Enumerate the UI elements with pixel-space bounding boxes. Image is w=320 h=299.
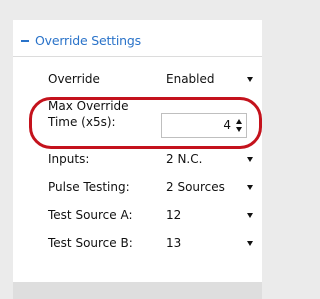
inputs-dropdown[interactable]: 2 N.C. (166, 152, 202, 166)
collapse-icon[interactable] (21, 39, 29, 42)
dropdown-caret-icon[interactable] (247, 157, 253, 162)
override-dropdown[interactable]: Enabled (166, 72, 215, 86)
setting-label-test-source-a: Test Source A: (48, 208, 133, 222)
setting-row-pulse-testing: Pulse Testing: 2 Sources (0, 177, 262, 197)
section-header-override-settings[interactable]: Override Settings (21, 33, 141, 48)
dropdown-caret-icon[interactable] (247, 241, 253, 246)
setting-row-inputs: Inputs: 2 N.C. (0, 149, 262, 169)
test-source-a-dropdown[interactable]: 12 (166, 208, 181, 222)
pulse-testing-dropdown[interactable]: 2 Sources (166, 180, 225, 194)
dropdown-caret-icon[interactable] (247, 185, 253, 190)
dropdown-caret-icon[interactable] (247, 77, 253, 82)
setting-label-pulse-testing: Pulse Testing: (48, 180, 130, 194)
setting-label-override: Override (48, 72, 100, 86)
highlight-annotation (29, 97, 262, 149)
setting-label-test-source-b: Test Source B: (48, 236, 133, 250)
setting-row-test-source-b: Test Source B: 13 (0, 233, 262, 253)
section-divider (13, 56, 262, 57)
dropdown-caret-icon[interactable] (247, 213, 253, 218)
panel-footer (13, 282, 262, 299)
setting-row-test-source-a: Test Source A: 12 (0, 205, 262, 225)
setting-row-override: Override Enabled (0, 69, 262, 89)
setting-label-inputs: Inputs: (48, 152, 90, 166)
section-title: Override Settings (35, 33, 141, 48)
test-source-b-dropdown[interactable]: 13 (166, 236, 181, 250)
